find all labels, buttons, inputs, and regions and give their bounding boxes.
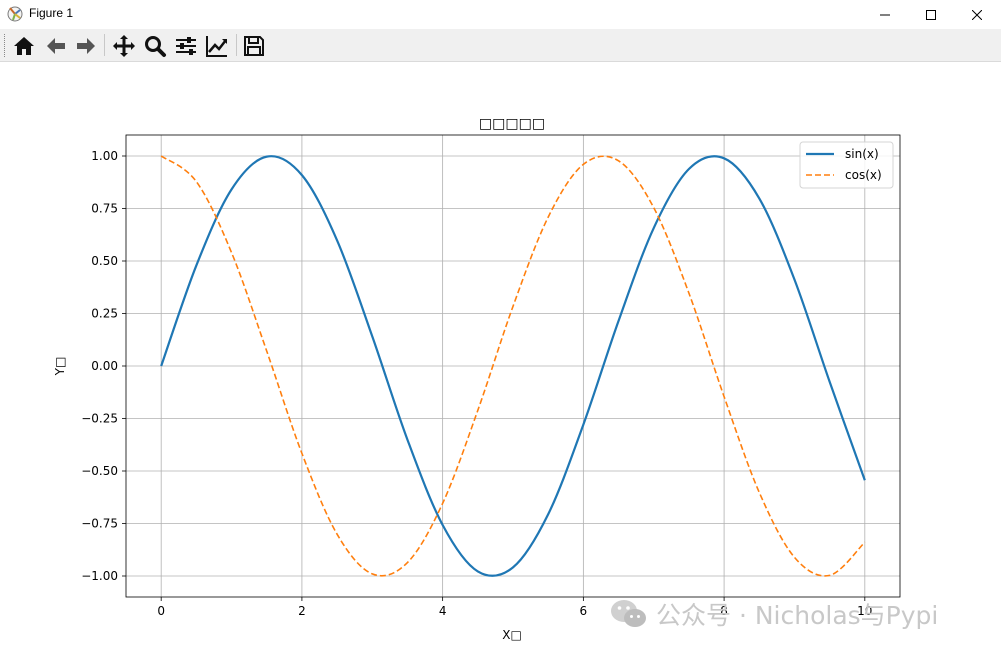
legend-label: sin(x) xyxy=(845,147,879,161)
x-tick-label: 8 xyxy=(720,604,728,618)
x-tick-label: 6 xyxy=(580,604,588,618)
toolbar-separator xyxy=(236,34,237,56)
zoom-magnifier-icon xyxy=(145,36,166,57)
edit-axes-button[interactable] xyxy=(203,33,231,59)
navigation-toolbar xyxy=(0,29,1001,62)
close-button[interactable] xyxy=(954,0,1000,29)
zoom-button[interactable] xyxy=(141,33,169,59)
x-tick-label: 4 xyxy=(439,604,447,618)
y-tick-label: 0.25 xyxy=(91,307,118,321)
y-tick-label: −0.25 xyxy=(81,412,118,426)
minimize-icon xyxy=(880,14,890,15)
x-tick-label: 0 xyxy=(157,604,165,618)
save-button[interactable] xyxy=(240,33,268,59)
y-tick-label: −0.50 xyxy=(81,464,118,478)
chart-title: □□□□□ xyxy=(479,116,545,132)
edit-axes-chart-icon xyxy=(206,36,227,57)
y-tick-label: 0.50 xyxy=(91,254,118,268)
window-titlebar: Figure 1 xyxy=(0,0,1001,29)
legend-label: cos(x) xyxy=(845,168,882,182)
save-floppy-icon xyxy=(244,36,264,56)
matplotlib-app-icon xyxy=(7,6,23,22)
x-tick-label: 10 xyxy=(857,604,872,618)
y-tick-label: 1.00 xyxy=(91,149,118,163)
y-axis-label: Y□ xyxy=(53,357,67,377)
y-tick-label: −0.75 xyxy=(81,517,118,531)
minimize-button[interactable] xyxy=(862,0,908,29)
forward-button[interactable] xyxy=(72,33,100,59)
back-button[interactable] xyxy=(42,33,70,59)
subplots-button[interactable] xyxy=(172,33,200,59)
maximize-icon xyxy=(926,9,936,20)
pan-move-icon xyxy=(113,35,135,57)
y-tick-label: −1.00 xyxy=(81,569,118,583)
y-tick-label: 0.00 xyxy=(91,359,118,373)
figure-canvas[interactable]: □□□□□ X□ Y□ 0 2 4 6 8 10 −1.00 −0.75 −0.50 −0.25 0… xyxy=(0,62,1001,654)
subplots-sliders-icon xyxy=(176,37,196,55)
back-arrow-icon xyxy=(47,38,65,54)
forward-arrow-icon xyxy=(77,38,95,54)
toolbar-separator xyxy=(104,34,105,56)
x-axis-label: X□ xyxy=(502,628,522,642)
y-tick-label: 0.75 xyxy=(91,202,118,216)
home-button[interactable] xyxy=(10,33,38,59)
toolbar-grip xyxy=(4,34,7,57)
x-tick-label: 2 xyxy=(298,604,306,618)
pan-button[interactable] xyxy=(110,33,138,59)
maximize-button[interactable] xyxy=(908,0,954,29)
close-icon xyxy=(972,9,982,20)
home-icon xyxy=(14,37,34,55)
window-title: Figure 1 xyxy=(29,6,74,20)
